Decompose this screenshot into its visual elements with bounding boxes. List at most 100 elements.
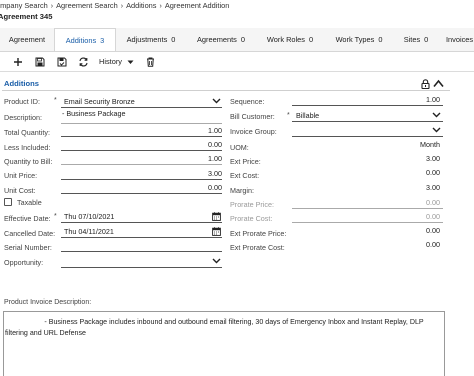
tab-agreement[interactable]: Agreement: [0, 28, 54, 51]
field-underline: [61, 150, 222, 151]
less-included-label: Less Included:: [4, 143, 51, 152]
tab-count: 0: [378, 35, 383, 44]
field-underline: [61, 179, 222, 180]
margin-value: 3.00: [426, 183, 440, 192]
product-invoice-description-text: - Business Package includes inbound and …: [5, 318, 426, 337]
chevron-down-icon[interactable]: [212, 98, 221, 104]
tab-work-roles[interactable]: Work Roles 0: [258, 28, 322, 51]
field-underline: [61, 107, 222, 108]
chevron-down-icon[interactable]: [432, 127, 441, 133]
chevron-up-icon[interactable]: [433, 79, 444, 88]
toolbar: History: [0, 53, 474, 72]
bill-customer-label: Bill Customer:: [230, 112, 275, 121]
field-underline: [61, 193, 222, 194]
prorate-cost-input: 0.00: [426, 212, 440, 221]
field-underline: [61, 222, 222, 223]
ext-price-value: 3.00: [426, 154, 440, 163]
calendar-icon[interactable]: [212, 227, 221, 236]
chevron-right-icon: ›: [50, 3, 54, 10]
margin-label: Margin:: [230, 186, 254, 195]
description-field[interactable]: - Business Package: [62, 109, 126, 118]
field-underline: [292, 121, 443, 122]
product-id-select[interactable]: Email Security Bronze: [64, 97, 135, 106]
ext-prorate-price-value: 0.00: [426, 226, 440, 235]
breadcrumb-additions[interactable]: Additions: [126, 1, 156, 10]
required-marker: *: [287, 112, 290, 119]
lock-icon[interactable]: [421, 79, 430, 90]
description-label: Description:: [4, 113, 42, 122]
field-underline: [292, 208, 443, 209]
uom-value: Month: [420, 140, 440, 149]
product-invoice-description-label: Product Invoice Description:: [4, 299, 92, 306]
unit-cost-label: Unit Cost:: [4, 186, 36, 195]
unit-price-label: Unit Price:: [4, 171, 38, 180]
prorate-cost-label: Prorate Cost:: [230, 214, 273, 223]
tab-sites[interactable]: Sites 0: [394, 28, 438, 51]
prorate-price-input: 0.00: [426, 198, 440, 207]
opportunity-label: Opportunity:: [4, 258, 44, 267]
tab-work-types[interactable]: Work Types 0: [326, 28, 392, 51]
less-included-input[interactable]: 0.00: [162, 140, 222, 149]
save-and-close-icon[interactable]: [56, 56, 68, 68]
tab-agreements[interactable]: Agreements 0: [188, 28, 254, 51]
breadcrumb-agreement-addition: Agreement Addition: [164, 1, 230, 10]
ext-prorate-cost-label: Ext Prorate Cost:: [230, 243, 285, 252]
required-marker: *: [54, 97, 57, 104]
prorate-price-label: Prorate Price:: [230, 200, 274, 209]
ext-prorate-cost-value: 0.00: [426, 240, 440, 249]
tab-count: 0: [308, 35, 314, 44]
field-underline: [61, 267, 222, 268]
taxable-checkbox[interactable]: [4, 198, 12, 206]
trash-icon[interactable]: [144, 56, 156, 68]
taxable-label: Taxable: [17, 198, 42, 207]
ext-cost-value: 0.00: [426, 168, 440, 177]
total-quantity-input[interactable]: 1.00: [162, 126, 222, 135]
tab-count: 0: [424, 35, 429, 44]
plus-icon[interactable]: [12, 56, 24, 68]
chevron-down-icon[interactable]: [432, 112, 441, 118]
invoice-group-label: Invoice Group:: [230, 127, 277, 136]
required-marker: *: [54, 213, 57, 220]
cancelled-date-input[interactable]: Thu 04/11/2021: [64, 227, 114, 236]
field-underline: [292, 136, 443, 137]
ext-cost-label: Ext Cost:: [230, 171, 260, 180]
field-underline: [61, 164, 222, 165]
sequence-input[interactable]: 1.00: [380, 95, 440, 104]
unit-price-input[interactable]: 3.00: [162, 169, 222, 178]
tab-adjustments[interactable]: Adjustments 0: [118, 28, 184, 51]
sequence-label: Sequence:: [230, 97, 265, 106]
chevron-down-icon: [127, 60, 134, 64]
ext-price-label: Ext Price:: [230, 157, 261, 166]
quantity-to-bill-label: Quantity to Bill:: [4, 157, 53, 166]
effective-date-label: Effective Date:: [4, 214, 51, 223]
total-quantity-label: Total Quantity:: [4, 128, 50, 137]
save-icon[interactable]: [34, 56, 46, 68]
tab-additions[interactable]: Additions 3: [54, 28, 116, 51]
uom-label: UOM:: [230, 143, 249, 152]
tab-count: 0: [171, 35, 176, 44]
breadcrumb: ompany Search › Agreement Search › Additions…: [0, 0, 474, 11]
product-id-label: Product ID:: [4, 97, 40, 106]
section-title: Additions: [4, 79, 40, 88]
quantity-to-bill-value: 1.00: [208, 154, 222, 163]
chevron-right-icon: ›: [159, 3, 162, 10]
breadcrumb-agreement-search[interactable]: Agreement Search: [56, 1, 118, 10]
refresh-icon[interactable]: [77, 56, 89, 68]
serial-number-label: Serial Number:: [4, 243, 52, 252]
calendar-icon[interactable]: [212, 212, 221, 221]
tab-invoices[interactable]: Invoices: [446, 28, 474, 51]
field-underline: [61, 136, 222, 137]
unit-cost-input[interactable]: 0.00: [162, 183, 222, 192]
tab-count: 3: [100, 36, 105, 45]
field-underline: [61, 123, 222, 124]
cancelled-date-label: Cancelled Date:: [4, 229, 56, 238]
history-dropdown[interactable]: History: [99, 57, 134, 66]
bill-customer-select[interactable]: Billable: [296, 111, 319, 120]
field-underline: [61, 237, 222, 238]
page-title: Agreement 345: [0, 12, 53, 21]
tab-count: 0: [240, 35, 245, 44]
ext-prorate-price-label: Ext Prorate Price:: [230, 229, 287, 238]
chevron-down-icon[interactable]: [212, 258, 221, 264]
breadcrumb-company-search[interactable]: ompany Search: [0, 1, 48, 10]
effective-date-input[interactable]: Thu 07/10/2021: [64, 212, 114, 221]
